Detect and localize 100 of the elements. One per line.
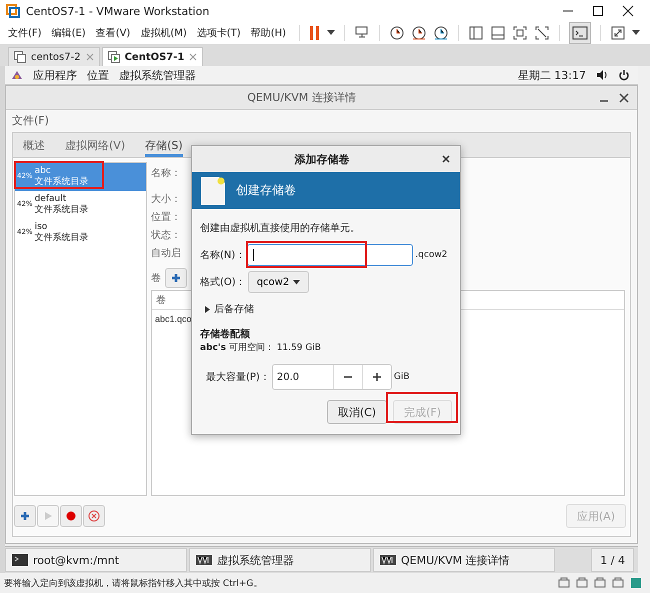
- console-icon[interactable]: [569, 22, 592, 44]
- suffix-text: .qcow2: [415, 250, 448, 260]
- expand-icon[interactable]: [610, 25, 626, 41]
- panel-icon[interactable]: [490, 25, 506, 41]
- window-title: QEMU/KVM 连接详情: [247, 90, 356, 105]
- play-icon: [43, 511, 53, 521]
- monitor-icon: [196, 555, 212, 565]
- field-label: 自动启: [151, 246, 181, 261]
- menu-item[interactable]: 查看(V): [96, 26, 130, 40]
- add-volume-button[interactable]: [165, 268, 187, 288]
- menu-item[interactable]: 帮助(H): [250, 26, 286, 40]
- close-icon[interactable]: [622, 5, 634, 17]
- pool-name: iso: [34, 222, 48, 232]
- description: 创建由虚拟机直接使用的存储单元。: [200, 222, 360, 236]
- computer-icon[interactable]: [354, 26, 370, 40]
- vm-icon: [108, 51, 120, 63]
- pool-name: default: [34, 194, 68, 204]
- close-icon[interactable]: [442, 155, 450, 163]
- section-title: 存储卷配额: [200, 327, 250, 341]
- clock-icon[interactable]: [411, 25, 428, 41]
- dialog-title: 添加存储卷: [294, 152, 350, 166]
- close-icon[interactable]: [619, 92, 629, 102]
- window-title: CentOS7-1 - VMware Workstation: [26, 4, 210, 18]
- header-title: 创建存储卷: [236, 182, 296, 199]
- power-icon[interactable]: [618, 69, 630, 81]
- menu-item[interactable]: 编辑(E): [52, 26, 86, 40]
- field-label: 状态：: [151, 228, 181, 243]
- vm-tab[interactable]: centos7-2: [8, 47, 100, 66]
- caret-icon[interactable]: [327, 30, 336, 36]
- clock-icon[interactable]: [389, 25, 406, 41]
- workspace-indicator[interactable]: 1 / 4: [591, 548, 634, 572]
- caret-icon[interactable]: [632, 30, 640, 36]
- tab[interactable]: 虚拟网络(V): [65, 133, 126, 157]
- add-pool-button[interactable]: [14, 505, 36, 527]
- field-label: 位置：: [151, 210, 181, 225]
- caret-icon: [293, 280, 300, 284]
- plus-icon: [20, 511, 30, 521]
- menu-item[interactable]: 文件(F): [12, 112, 49, 128]
- taskbar-item[interactable]: 虚拟系统管理器: [189, 548, 371, 572]
- device-icon[interactable]: [558, 577, 570, 589]
- pool-type: 文件系统目录: [34, 177, 89, 188]
- field-label: 名称：: [151, 167, 181, 181]
- name-field[interactable]: [247, 244, 414, 266]
- activities-icon[interactable]: [11, 69, 23, 81]
- format-dropdown[interactable]: qcow2: [248, 271, 310, 293]
- clock: 星期二 13:17: [518, 68, 586, 82]
- tab[interactable]: 存储(S): [145, 133, 183, 157]
- annotation-frame: [386, 392, 458, 423]
- table-cell-text: abc1.qco: [154, 313, 193, 326]
- monitor-icon: [380, 555, 396, 565]
- available-space: abc's 可用空间： 11.59 GiB: [200, 342, 321, 354]
- vm-tab[interactable]: CentOS7-1: [102, 47, 204, 66]
- volume-icon[interactable]: [596, 69, 608, 81]
- maximize-icon[interactable]: [592, 5, 604, 17]
- taskbar-label: QEMU/KVM 连接详情: [401, 552, 510, 568]
- menu-item[interactable]: 文件(F): [8, 26, 42, 40]
- taskbar-item[interactable]: root@kvm:/mnt: [5, 548, 187, 572]
- tab[interactable]: 概述: [23, 133, 45, 157]
- menu-item[interactable]: 选项卡(T): [196, 26, 241, 40]
- top-bar-menu[interactable]: 虚拟系统管理器: [119, 68, 196, 82]
- volumes-label: 卷: [151, 272, 161, 285]
- backing-expander[interactable]: 后备存储: [204, 303, 254, 315]
- vm-icon: [14, 51, 26, 63]
- vm-status-icon[interactable]: [630, 577, 642, 589]
- device-icon[interactable]: [594, 577, 606, 589]
- clock-icon[interactable]: [433, 25, 450, 41]
- fullscreen-icon[interactable]: [512, 25, 528, 41]
- pool-type: 文件系统目录: [34, 233, 89, 244]
- status-message: 要将输入定向到该虚拟机，请将鼠标指针移入其中或按 Ctrl+G。: [4, 578, 262, 590]
- document-icon: [200, 176, 226, 206]
- cancel-button[interactable]: 取消(C): [326, 400, 388, 424]
- delete-icon: [88, 510, 100, 522]
- tab-label: CentOS7-1: [124, 52, 184, 62]
- delete-pool-button[interactable]: [83, 505, 105, 527]
- top-bar-menu[interactable]: 应用程序: [33, 68, 77, 82]
- tab-label: centos7-2: [31, 52, 81, 62]
- app-logo-icon: [6, 4, 20, 18]
- field-label: 格式(O)：: [200, 276, 246, 289]
- device-icon[interactable]: [576, 577, 588, 589]
- pool-type: 文件系统目录: [34, 205, 89, 216]
- pause-icon[interactable]: [309, 25, 322, 41]
- field-label: 大小：: [151, 192, 181, 207]
- pool-name: abc: [34, 166, 52, 176]
- field-label: 最大容量(P)：: [206, 370, 270, 384]
- plus-icon: [171, 273, 181, 283]
- column-header[interactable]: 卷: [156, 295, 166, 306]
- terminal-icon: [12, 554, 28, 566]
- record-icon: [66, 511, 76, 521]
- unit-text: GiB: [394, 372, 410, 382]
- stop-pool-button[interactable]: [60, 505, 82, 527]
- expander-icon: [204, 306, 210, 312]
- field-label: 名称(N)：: [200, 249, 246, 262]
- taskbar-label: root@kvm:/mnt: [33, 554, 120, 566]
- top-bar-menu[interactable]: 位置: [87, 68, 109, 82]
- device-icon[interactable]: [612, 577, 624, 589]
- unity-icon[interactable]: [534, 25, 550, 41]
- menu-item[interactable]: 虚拟机(M): [140, 26, 187, 40]
- taskbar-label: 虚拟系统管理器: [217, 552, 294, 568]
- sidebar-icon[interactable]: [468, 25, 484, 41]
- taskbar-item[interactable]: QEMU/KVM 连接详情: [373, 548, 555, 572]
